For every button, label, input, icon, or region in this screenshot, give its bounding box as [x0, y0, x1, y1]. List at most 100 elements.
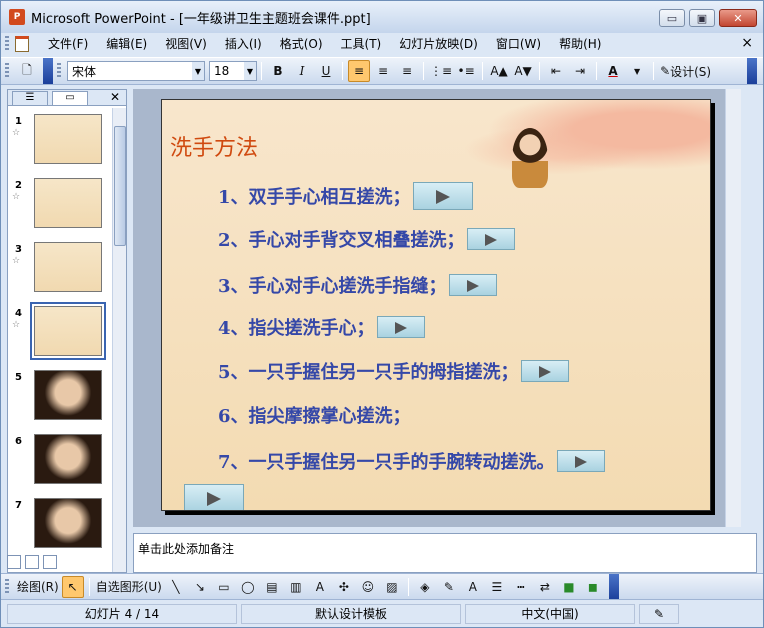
toolbar-grip-2[interactable]: [57, 63, 61, 79]
minimize-button[interactable]: ▭: [659, 9, 685, 27]
line-icon[interactable]: ╲: [165, 576, 187, 598]
slide-thumbnail[interactable]: [34, 242, 102, 292]
design-button[interactable]: ✎ 设计(S): [659, 60, 712, 82]
picture-icon[interactable]: ▨: [381, 576, 403, 598]
italic-button[interactable]: I: [291, 60, 313, 82]
slide-title[interactable]: 洗手方法: [170, 130, 258, 162]
shadow-icon[interactable]: ■: [558, 576, 580, 598]
step-5[interactable]: 5、一只手握住另一只手的拇指搓洗；: [218, 358, 569, 384]
clipart-icon[interactable]: ☺: [357, 576, 379, 598]
list-item[interactable]: 3 ☆: [8, 242, 112, 298]
menu-tools[interactable]: 工具(T): [332, 34, 391, 54]
toolbar-grip[interactable]: [5, 578, 9, 595]
play-video-button[interactable]: [466, 228, 515, 250]
list-item[interactable]: 7: [8, 498, 112, 554]
toolbar-overflow-button[interactable]: [747, 58, 757, 84]
font-name-select[interactable]: 宋体 ▼: [67, 61, 205, 81]
slideshow-icon[interactable]: [43, 555, 57, 569]
line-color-icon[interactable]: ✎: [438, 576, 460, 598]
powerpoint-app-icon[interactable]: P: [9, 9, 25, 25]
chevron-down-icon[interactable]: ▼: [192, 62, 204, 80]
arrow-icon[interactable]: ↘: [189, 576, 211, 598]
slide-thumbnail-current[interactable]: [30, 302, 106, 360]
menu-help[interactable]: 帮助(H): [550, 34, 610, 54]
font-color-icon[interactable]: A: [462, 576, 484, 598]
step-1[interactable]: 1、双手手心相互搓洗；: [218, 182, 473, 210]
scrollbar-thumb[interactable]: [114, 126, 126, 246]
diagram-icon[interactable]: ✣: [333, 576, 355, 598]
play-video-button[interactable]: [184, 484, 244, 510]
menu-slideshow[interactable]: 幻灯片放映(D): [390, 34, 487, 54]
slide-thumbnail[interactable]: [34, 178, 102, 228]
chevron-down-icon[interactable]: ▼: [244, 62, 256, 80]
list-item[interactable]: 5: [8, 370, 112, 426]
wordart-icon[interactable]: A: [309, 576, 331, 598]
editor-scrollbar[interactable]: [725, 89, 741, 527]
menu-file[interactable]: 文件(F): [39, 34, 97, 54]
textbox-icon[interactable]: ▤: [261, 576, 283, 598]
font-size-select[interactable]: 18 ▼: [209, 61, 257, 81]
step-4[interactable]: 4、指尖搓洗手心；: [218, 314, 425, 340]
close-document-button[interactable]: ×: [741, 35, 753, 51]
slide-canvas[interactable]: 洗手方法 1、双手手心相互搓洗； 2、手心对手背交叉相叠搓洗； 3、手心对手心搓…: [161, 99, 711, 511]
vertical-textbox-icon[interactable]: ▥: [285, 576, 307, 598]
step-2[interactable]: 2、手心对手背交叉相叠搓洗；: [218, 226, 515, 252]
document-icon[interactable]: [15, 36, 29, 52]
font-color-icon[interactable]: A: [602, 60, 624, 82]
play-video-button[interactable]: [520, 360, 569, 382]
list-item[interactable]: 4 ☆: [8, 302, 112, 362]
underline-button[interactable]: U: [315, 60, 337, 82]
select-pointer-icon[interactable]: ↖: [61, 575, 84, 598]
menu-insert[interactable]: 插入(I): [216, 34, 271, 54]
tab-slides[interactable]: ▭: [52, 91, 88, 105]
chevron-down-icon[interactable]: ▼: [626, 60, 648, 82]
decrease-indent-icon[interactable]: ⇤: [545, 60, 567, 82]
step-6[interactable]: 6、指尖摩擦掌心搓洗；: [218, 402, 411, 428]
arrow-style-icon[interactable]: ⇄: [534, 576, 556, 598]
menubar-grip[interactable]: [5, 36, 9, 52]
numbering-icon[interactable]: ⋮≡: [429, 60, 453, 82]
normal-view-icon[interactable]: [7, 555, 21, 569]
thumbnail-scrollbar[interactable]: [112, 108, 126, 572]
toolbar-overflow-button[interactable]: [608, 573, 619, 600]
restore-button[interactable]: ▣: [689, 9, 715, 27]
menu-format[interactable]: 格式(O): [271, 34, 332, 54]
step-3[interactable]: 3、手心对手心搓洗手指缝；: [218, 272, 497, 298]
step-7[interactable]: 7、一只手握住另一只手的手腕转动搓洗。: [218, 448, 605, 474]
slide-thumbnail[interactable]: [34, 434, 102, 484]
list-item[interactable]: 1 ☆: [8, 114, 112, 170]
increase-indent-icon[interactable]: ⇥: [569, 60, 591, 82]
close-icon[interactable]: ✕: [110, 90, 120, 104]
play-video-button[interactable]: [412, 182, 473, 210]
rectangle-icon[interactable]: ▭: [213, 576, 235, 598]
new-document-icon[interactable]: 🗋: [16, 60, 38, 82]
spelling-icon[interactable]: ✎: [639, 603, 679, 624]
menu-view[interactable]: 视图(V): [156, 34, 216, 54]
align-right-icon[interactable]: ≡: [396, 60, 418, 82]
list-item[interactable]: 2 ☆: [8, 178, 112, 234]
toolbar-overflow-button[interactable]: [43, 58, 53, 84]
autoshapes-button[interactable]: 自选图形(U): [95, 576, 163, 598]
menu-window[interactable]: 窗口(W): [487, 34, 550, 54]
play-video-button[interactable]: [556, 450, 605, 472]
play-video-button[interactable]: [448, 274, 497, 296]
draw-menu-button[interactable]: 绘图(R): [16, 576, 60, 598]
oval-icon[interactable]: ◯: [237, 576, 259, 598]
3d-style-icon[interactable]: ◼: [582, 576, 604, 598]
slide-thumbnail[interactable]: [34, 114, 102, 164]
tab-outline[interactable]: ☰: [12, 91, 48, 105]
close-button[interactable]: ✕: [719, 9, 757, 27]
fill-color-icon[interactable]: ◈: [414, 576, 436, 598]
line-style-icon[interactable]: ☰: [486, 576, 508, 598]
toolbar-grip[interactable]: [5, 63, 9, 79]
slide-sorter-icon[interactable]: [25, 555, 39, 569]
play-video-button[interactable]: [376, 316, 425, 338]
menu-edit[interactable]: 编辑(E): [97, 34, 156, 54]
bullets-icon[interactable]: •≡: [455, 60, 477, 82]
notes-pane[interactable]: 单击此处添加备注: [133, 533, 757, 573]
bold-button[interactable]: B: [267, 60, 289, 82]
slide-thumbnail[interactable]: [34, 498, 102, 548]
slide-thumbnail[interactable]: [34, 370, 102, 420]
list-item[interactable]: 6: [8, 434, 112, 490]
increase-font-icon[interactable]: A▲: [488, 60, 510, 82]
